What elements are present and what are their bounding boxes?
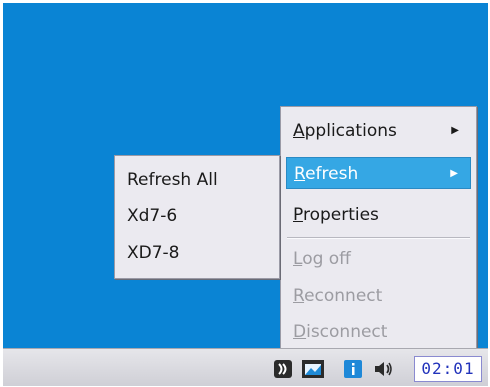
tray-context-menu: Applications ▶ Refresh ▶ Properties Log … bbox=[280, 106, 477, 350]
citrix-receiver-icon[interactable] bbox=[274, 360, 292, 378]
menu-item-label: roperties bbox=[302, 205, 379, 225]
menu-item-accel: A bbox=[293, 121, 305, 141]
desktop-viewer-icon[interactable] bbox=[302, 360, 324, 378]
submenu-arrow-icon: ▶ bbox=[450, 168, 458, 179]
clock[interactable]: 02:01 bbox=[414, 356, 482, 382]
menu-item-label: og off bbox=[302, 249, 351, 269]
menu-item-label: efresh bbox=[305, 164, 359, 184]
menu-item-accel: P bbox=[293, 205, 303, 225]
menu-item-properties[interactable]: Properties bbox=[286, 199, 471, 231]
menu-item-label: econnect bbox=[304, 286, 383, 306]
menu-item-applications[interactable]: Applications ▶ bbox=[286, 115, 471, 147]
taskbar: 02:01 bbox=[3, 348, 488, 386]
menu-item-reconnect[interactable]: Reconnect bbox=[286, 280, 471, 312]
refresh-submenu: Refresh All Xd7-6 XD7-8 bbox=[114, 155, 280, 279]
menu-item-log-off[interactable]: Log off bbox=[286, 243, 471, 275]
menu-item-accel: R bbox=[294, 164, 306, 184]
submenu-item-xd7-8[interactable]: XD7-8 bbox=[120, 237, 274, 269]
info-icon[interactable] bbox=[344, 360, 362, 378]
menu-item-label: pplications bbox=[304, 121, 397, 141]
menu-item-refresh[interactable]: Refresh ▶ bbox=[286, 157, 471, 189]
volume-icon[interactable] bbox=[374, 360, 392, 378]
menu-item-accel: D bbox=[293, 322, 307, 342]
menu-item-accel: R bbox=[293, 286, 305, 306]
menu-separator bbox=[287, 237, 470, 239]
menu-item-disconnect[interactable]: Disconnect bbox=[286, 316, 471, 348]
submenu-arrow-icon: ▶ bbox=[451, 125, 459, 136]
submenu-item-xd7-6[interactable]: Xd7-6 bbox=[120, 200, 274, 232]
menu-item-label: isconnect bbox=[306, 322, 388, 342]
menu-item-accel: L bbox=[293, 249, 303, 269]
submenu-item-refresh-all[interactable]: Refresh All bbox=[120, 164, 274, 196]
